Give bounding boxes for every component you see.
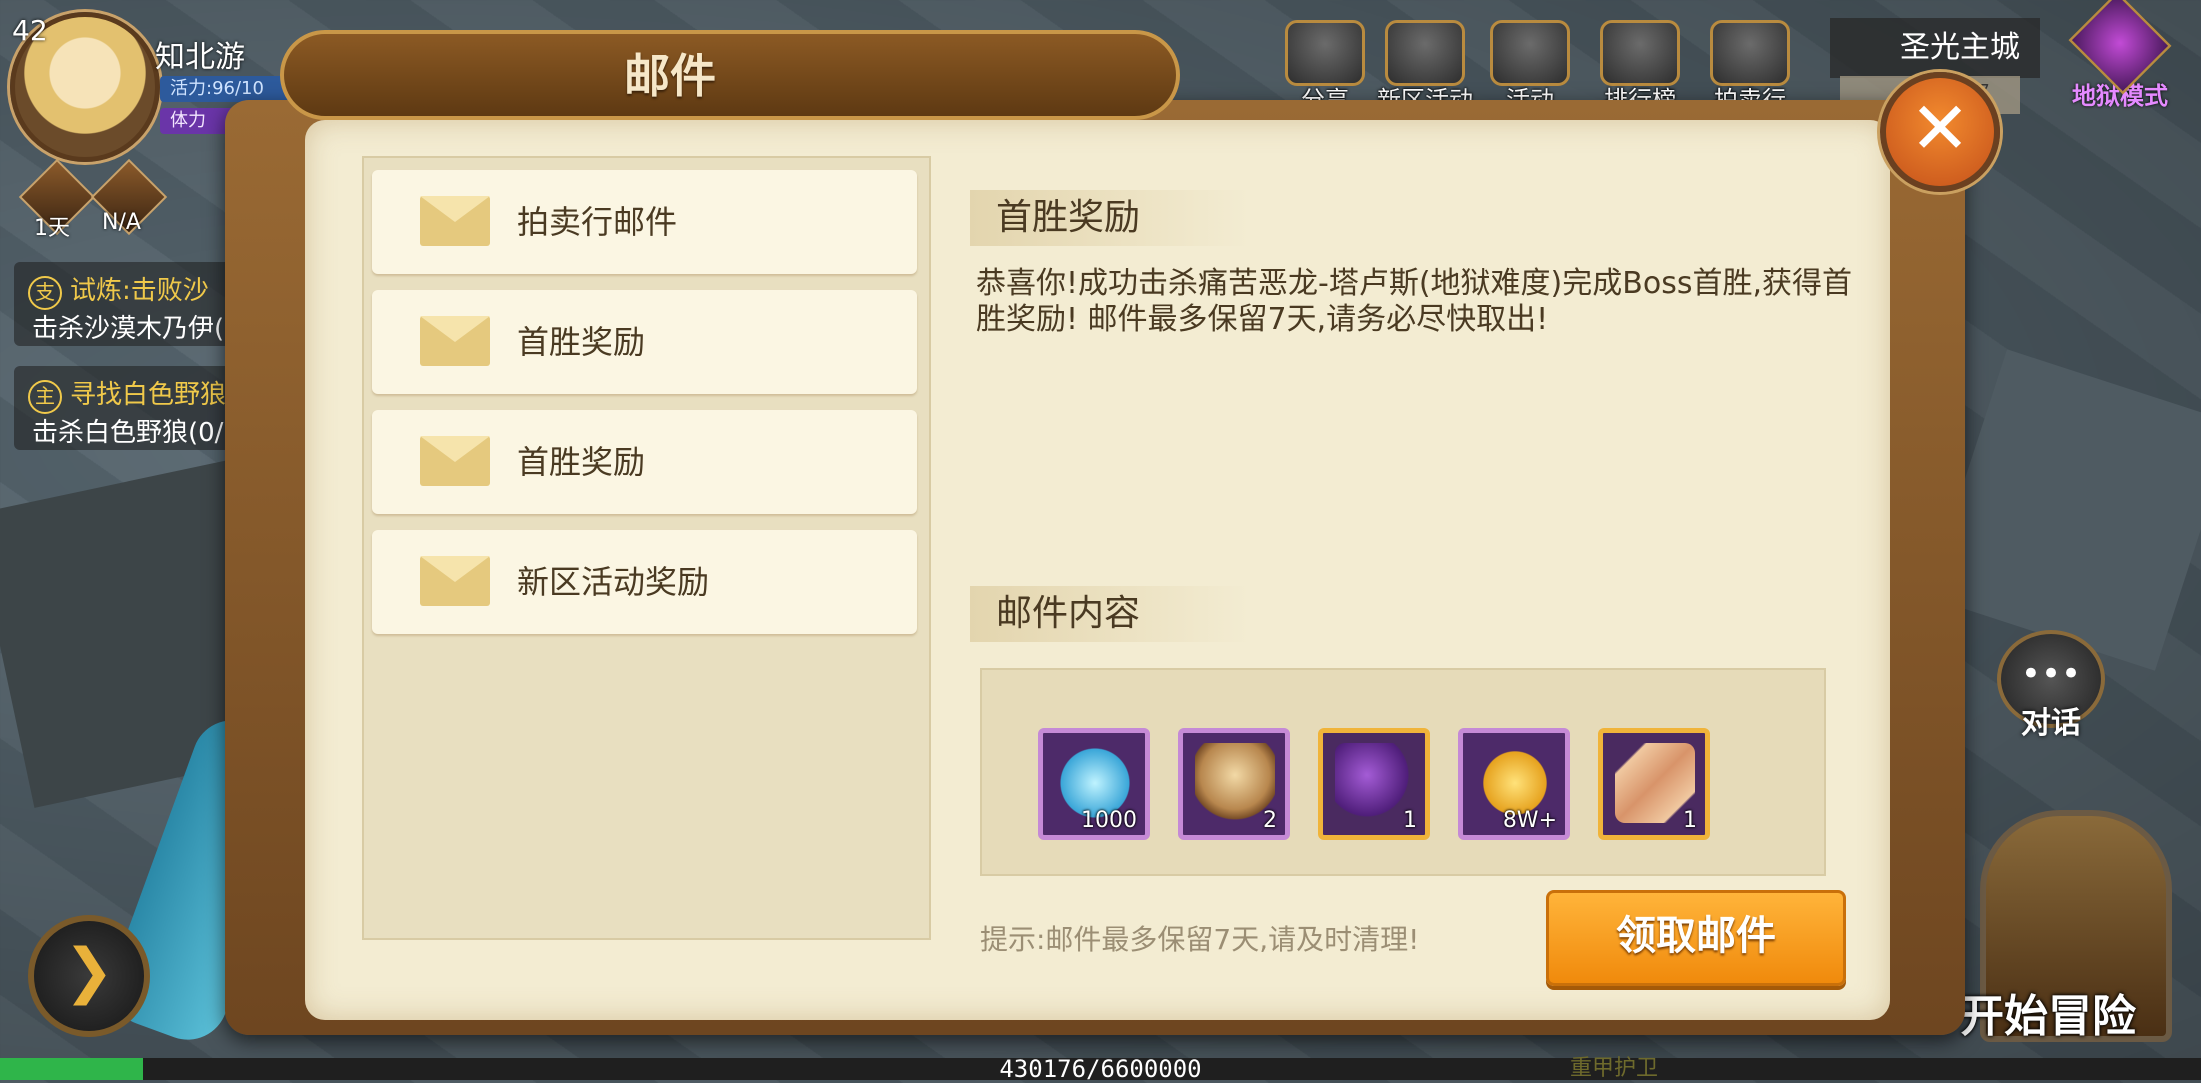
- experience-text: 430176/6600000: [999, 1055, 1202, 1083]
- treasure-chest-icon: [1385, 20, 1465, 86]
- envelope-icon: [420, 556, 490, 606]
- mail-list-item[interactable]: 新区活动奖励: [372, 530, 917, 634]
- start-adventure-label: 开始冒险: [1960, 991, 2136, 1042]
- player-level: 42: [12, 14, 48, 47]
- buff-duration: N/A: [102, 210, 141, 235]
- window-title: 邮件: [624, 49, 716, 103]
- mail-item-label: 拍卖行邮件: [517, 203, 678, 241]
- item-count: 1: [1683, 808, 1697, 833]
- quest-detail: 击杀沙漠木乃伊(: [32, 314, 225, 344]
- attachment-item[interactable]: 2: [1178, 728, 1290, 840]
- retention-hint: 提示:邮件最多保留7天,请及时清理!: [980, 923, 1420, 956]
- mail-list-item[interactable]: 首胜奖励: [372, 410, 917, 514]
- envelope-icon: [420, 436, 490, 486]
- mail-content-heading: 邮件内容: [970, 586, 1250, 642]
- gift-icon: [1490, 20, 1570, 86]
- main-quest-badge: 主: [28, 380, 62, 414]
- mail-list-item[interactable]: 拍卖行邮件: [372, 170, 917, 274]
- mail-item-label: 新区活动奖励: [517, 563, 710, 601]
- close-button[interactable]: ✕: [1880, 72, 2000, 192]
- armor-guard-label: 重甲护卫: [1570, 1056, 1659, 1081]
- mail-list-item[interactable]: 首胜奖励: [372, 290, 917, 394]
- attachment-item[interactable]: 1: [1318, 728, 1430, 840]
- events-button[interactable]: 活动: [1480, 20, 1580, 114]
- item-count: 1: [1403, 808, 1417, 833]
- start-adventure-button[interactable]: 开始冒险: [1960, 770, 2201, 1050]
- attachment-item[interactable]: 1000: [1038, 728, 1150, 840]
- talk-button[interactable]: ••• 对话: [1996, 630, 2106, 741]
- claim-mail-button[interactable]: 领取邮件: [1546, 890, 1846, 986]
- attachment-item[interactable]: 1: [1598, 728, 1710, 840]
- mail-body: 恭喜你!成功击杀痛苦恶龙-塔卢斯(地狱难度)完成Boss首胜,获得首胜奖励! 邮…: [976, 266, 1852, 337]
- attachment-item[interactable]: 8W+: [1458, 728, 1570, 840]
- hell-mode-button[interactable]: 地狱模式: [2050, 0, 2190, 120]
- new-server-event-button[interactable]: 新区活动: [1375, 20, 1475, 114]
- quest-title: 寻找白色野狼: [70, 380, 227, 410]
- envelope-icon: [420, 316, 490, 366]
- item-count: 8W+: [1502, 808, 1557, 833]
- item-count: 2: [1263, 808, 1277, 833]
- leaderboard-button[interactable]: 排行榜: [1590, 20, 1690, 114]
- rock-outcrop: [1926, 349, 2201, 671]
- buff-duration: 1天: [34, 216, 70, 241]
- current-city[interactable]: 圣光主城: [1830, 18, 2040, 78]
- envelope-icon: [420, 196, 490, 246]
- expand-arrow-button[interactable]: ❯: [28, 915, 150, 1037]
- player-name: 知北游: [155, 40, 245, 75]
- shop-stall-icon: [1600, 20, 1680, 86]
- share-icon: [1285, 20, 1365, 86]
- scale-icon: [1710, 20, 1790, 86]
- mail-subject-heading: 首胜奖励: [970, 190, 1250, 246]
- experience-bar: 430176/6600000: [0, 1055, 2201, 1083]
- quest-title: 试炼:击败沙: [70, 276, 209, 306]
- side-quest-badge: 支: [28, 276, 62, 310]
- mail-item-label: 首胜奖励: [517, 443, 646, 481]
- share-button[interactable]: 分享: [1275, 20, 1375, 114]
- mail-item-label: 首胜奖励: [517, 323, 646, 361]
- quest-detail: 击杀白色野狼(0/2: [32, 418, 240, 448]
- talk-label: 对话: [2021, 706, 2081, 741]
- auction-house-button[interactable]: 拍卖行: [1700, 20, 1800, 114]
- item-count: 1000: [1081, 808, 1137, 833]
